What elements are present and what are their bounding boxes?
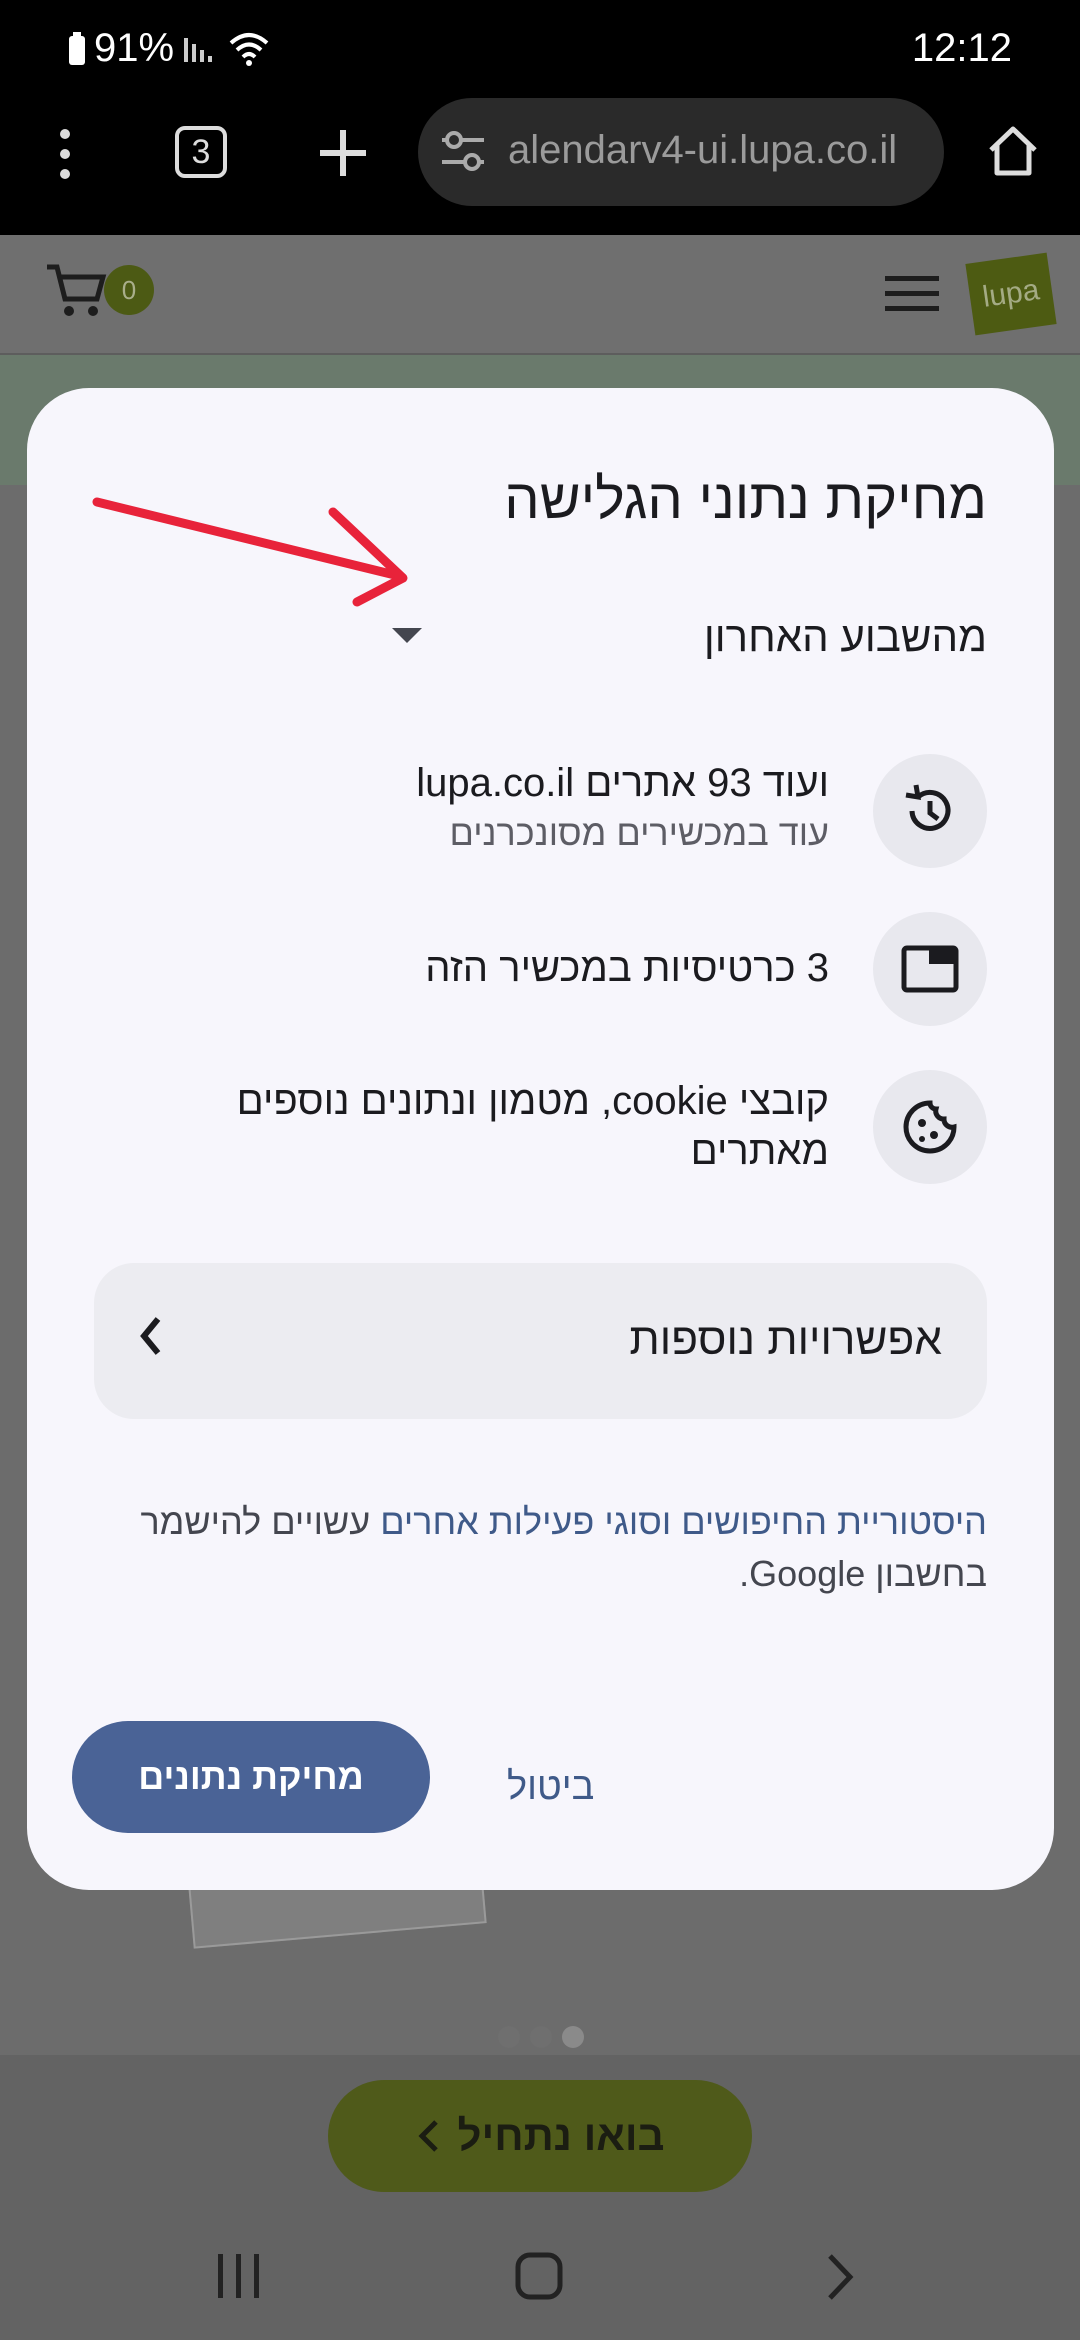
battery-icon bbox=[69, 31, 85, 65]
delete-data-button[interactable]: מחיקת נתונים bbox=[72, 1721, 430, 1833]
start-button[interactable]: בואו נתחיל bbox=[328, 2080, 752, 2192]
history-text: ועוד 93 אתרים lupa.co.il bbox=[416, 761, 829, 805]
home-nav-icon[interactable] bbox=[515, 2252, 563, 2300]
logo-text: lupa bbox=[980, 273, 1042, 314]
tabs-icon bbox=[873, 912, 987, 1026]
history-icon bbox=[873, 754, 987, 868]
status-bar: 91% 12:12 bbox=[0, 0, 1080, 100]
more-options-label: אפשרויות נוספות bbox=[629, 1315, 942, 1364]
tab-switcher-button[interactable]: 3 bbox=[175, 126, 227, 178]
status-left: 91% bbox=[68, 26, 270, 71]
site-logo[interactable]: lupa bbox=[965, 252, 1057, 336]
tab-count: 3 bbox=[191, 132, 211, 171]
more-vert-icon[interactable] bbox=[58, 128, 72, 180]
cookies-row: קובצי cookie, מטמון ונתונים נוספים מאתרי… bbox=[189, 1076, 829, 1176]
tabs-text: 3 כרטיסיות במכשיר הזה bbox=[425, 946, 829, 990]
back-icon[interactable] bbox=[826, 2252, 856, 2302]
search-history-link[interactable]: היסטוריית החיפושים וסוגי פעילות אחרים bbox=[380, 1501, 987, 1542]
wifi-icon bbox=[229, 32, 269, 66]
cancel-button[interactable]: ביטול bbox=[507, 1766, 594, 1809]
cart-count: 0 bbox=[121, 274, 137, 305]
more-options-button[interactable]: אפשרויות נוספות bbox=[94, 1263, 987, 1419]
clock: 12:12 bbox=[911, 26, 1012, 70]
time-range-select[interactable]: מהשבוע האחרון bbox=[704, 613, 987, 661]
cart-icon[interactable] bbox=[45, 263, 107, 319]
annotation-arrow-icon bbox=[92, 497, 408, 607]
history-subtext: עוד במכשירים מסונכרנים bbox=[449, 812, 830, 853]
tabs-row: 3 כרטיסיות במכשיר הזה bbox=[425, 943, 829, 993]
delete-data-label: מחיקת נתונים bbox=[138, 1756, 364, 1797]
carousel-dot-active[interactable] bbox=[562, 2026, 584, 2048]
battery-percent: 91% bbox=[94, 26, 175, 70]
address-bar[interactable]: alendarv4-ui.lupa.co.il bbox=[418, 98, 944, 206]
signal-icon bbox=[184, 37, 213, 62]
dialog-title: מחיקת נתוני הגלישה bbox=[504, 467, 987, 530]
history-row: ועוד 93 אתרים lupa.co.il עוד במכשירים מס… bbox=[416, 758, 829, 858]
plus-icon[interactable] bbox=[318, 128, 368, 178]
clear-browsing-data-dialog: מחיקת נתוני הגלישה מהשבוע האחרון ועוד 93… bbox=[27, 388, 1054, 1890]
chevron-left-icon bbox=[418, 2120, 438, 2152]
url-text: alendarv4-ui.lupa.co.il bbox=[508, 128, 898, 172]
home-icon[interactable] bbox=[986, 124, 1040, 178]
system-nav-bar bbox=[0, 2200, 1080, 2340]
cart-count-badge: 0 bbox=[104, 265, 154, 315]
hamburger-icon[interactable] bbox=[885, 274, 939, 314]
cookies-text: קובצי cookie, מטמון ונתונים נוספים מאתרי… bbox=[236, 1079, 829, 1173]
cookie-icon bbox=[873, 1070, 987, 1184]
carousel-dot[interactable] bbox=[498, 2026, 520, 2048]
google-account-info: היסטוריית החיפושים וסוגי פעילות אחרים עש… bbox=[94, 1496, 987, 1600]
carousel-dot[interactable] bbox=[530, 2026, 552, 2048]
recents-icon[interactable] bbox=[214, 2254, 264, 2298]
start-button-label: בואו נתחיל bbox=[457, 2112, 665, 2159]
tune-icon[interactable] bbox=[440, 130, 486, 174]
chevron-left-icon bbox=[140, 1317, 161, 1355]
